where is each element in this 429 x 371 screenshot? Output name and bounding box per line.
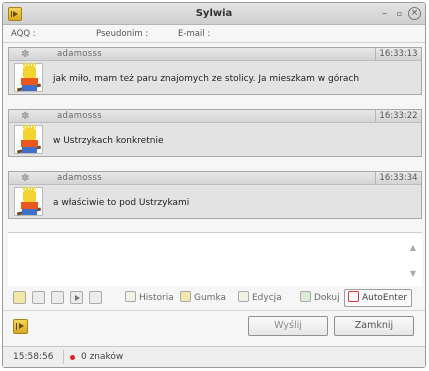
message-nick: adamosss (57, 111, 102, 121)
pseudonim-label: Pseudonim : (96, 29, 149, 39)
attachment-icon[interactable] (32, 291, 45, 304)
dokuj-button[interactable]: Dokuj (300, 291, 340, 305)
edycja-label: Edycja (252, 293, 282, 303)
edit-icon (238, 291, 249, 302)
paw-icon: ✽ (21, 49, 30, 60)
play-icon[interactable] (70, 291, 83, 304)
minimize-icon[interactable]: – (378, 7, 391, 20)
avatar[interactable] (14, 125, 43, 154)
divider (3, 310, 425, 311)
chat-window: Sylwia – ▫ × AQQ : Pseudonim : E-mail : … (2, 2, 426, 368)
scroll-down-icon[interactable]: ▼ (410, 269, 416, 278)
scroll-up-icon[interactable]: ▲ (410, 243, 416, 252)
message-item: ✽ adamosss 16:33:22 w Ustrzykach konkret… (8, 109, 422, 157)
divider (3, 42, 425, 43)
status-bar: 15:58:56 0 znaków (3, 346, 425, 367)
play-pause-icon[interactable] (13, 319, 28, 334)
contact-info-row: AQQ : Pseudonim : E-mail : (8, 29, 418, 42)
gumka-button[interactable]: Gumka (180, 291, 226, 305)
emoticon-icon[interactable] (13, 291, 26, 304)
historia-label: Historia (139, 293, 174, 303)
status-divider (63, 350, 64, 364)
message-text: w Ustrzykach konkretnie (53, 136, 164, 146)
window-title: Sylwia (195, 8, 233, 19)
maximize-icon[interactable]: ▫ (393, 7, 406, 20)
message-item: ✽ adamosss 16:33:13 jak miło, mam też pa… (8, 47, 422, 95)
status-dot-icon (70, 355, 75, 360)
autoenter-toggle[interactable]: AutoEnter (344, 289, 412, 307)
eraser-icon (180, 291, 191, 302)
message-header: ✽ adamosss 16:33:13 (9, 48, 421, 61)
message-text: a właściwie to pod Ustrzykami (53, 198, 190, 208)
send-button[interactable]: Wyślij (248, 316, 328, 336)
edycja-button[interactable]: Edycja (238, 291, 282, 305)
message-text: jak miło, mam też paru znajomych ze stol… (53, 74, 360, 84)
char-count: 0 znaków (81, 352, 124, 362)
dock-icon (300, 291, 311, 302)
message-time: 16:33:34 (375, 172, 421, 184)
close-button[interactable]: Zamknij (334, 316, 414, 336)
title-bar: Sylwia – ▫ × (3, 3, 425, 25)
message-header: ✽ adamosss 16:33:22 (9, 110, 421, 123)
message-time: 16:33:22 (375, 110, 421, 122)
message-header: ✽ adamosss 16:33:34 (9, 172, 421, 185)
message-nick: adamosss (57, 49, 102, 59)
message-item: ✽ adamosss 16:33:34 a właściwie to pod U… (8, 171, 422, 219)
message-time: 16:33:13 (375, 48, 421, 60)
gumka-label: Gumka (194, 293, 227, 303)
status-time: 15:58:56 (13, 352, 54, 362)
avatar[interactable] (14, 63, 43, 92)
email-label: E-mail : (178, 29, 211, 39)
message-input[interactable]: ▲ ▼ (8, 232, 422, 286)
paw-icon: ✽ (21, 111, 30, 122)
message-toolbar: Historia Gumka Edycja Dokuj AutoEnter (8, 289, 422, 307)
history-icon (125, 291, 136, 302)
message-nick: adamosss (57, 173, 102, 183)
paw-icon: ✽ (21, 173, 30, 184)
file-icon[interactable] (51, 291, 64, 304)
historia-button[interactable]: Historia (125, 291, 174, 305)
autoenter-label: AutoEnter (362, 293, 408, 303)
avatar[interactable] (14, 187, 43, 216)
close-icon[interactable]: × (408, 7, 421, 20)
autoenter-icon (348, 291, 359, 302)
aqq-label: AQQ : (11, 29, 36, 39)
dokuj-label: Dokuj (314, 293, 340, 303)
page-icon[interactable] (89, 291, 102, 304)
